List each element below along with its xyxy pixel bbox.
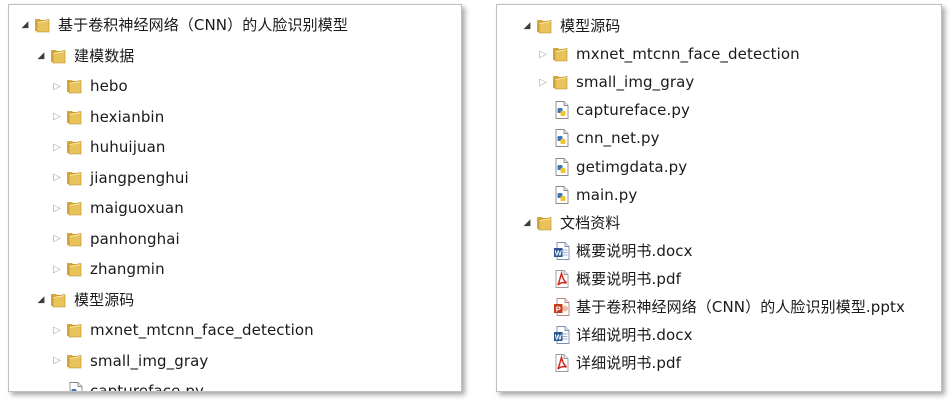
tree-item-label: 建模数据 bbox=[74, 46, 135, 65]
svg-text:W: W bbox=[555, 248, 563, 257]
tree-item-label: 模型源码 bbox=[560, 17, 621, 35]
tree-folder-item[interactable]: ▷ panhonghai bbox=[9, 224, 461, 254]
tree-folder-item[interactable]: ▷ jiangpenghui bbox=[9, 163, 461, 193]
triangle-down-icon[interactable]: ◢ bbox=[36, 51, 46, 61]
tree-item-label: 基于卷积神经网络（CNN）的人脸识别模型 bbox=[58, 16, 348, 34]
python-file-icon bbox=[552, 100, 572, 120]
tree-item-label: hebo bbox=[90, 77, 128, 95]
triangle-right-icon[interactable]: ▷ bbox=[52, 264, 62, 275]
tree-file-item[interactable]: captureface.py bbox=[497, 95, 941, 125]
tree-item-label: 详细说明书.docx bbox=[576, 326, 693, 345]
folder-icon bbox=[66, 137, 86, 157]
folder-icon bbox=[552, 44, 572, 64]
tree-file-item[interactable]: 详细说明书.pdf bbox=[497, 348, 941, 378]
triangle-down-icon[interactable]: ◢ bbox=[522, 21, 532, 31]
tree-folder-item[interactable]: ▷ zhangmin bbox=[9, 254, 461, 284]
folder-icon bbox=[536, 16, 556, 36]
python-file-icon bbox=[552, 157, 572, 177]
tree-item-label: panhonghai bbox=[90, 229, 180, 248]
tree-folder-item[interactable]: ◢ 模型源码 bbox=[497, 11, 941, 41]
tree-file-item[interactable]: main.py bbox=[497, 180, 941, 210]
folder-icon bbox=[50, 46, 70, 66]
tree-item-label: huhuijuan bbox=[90, 138, 166, 156]
tree-file-item[interactable]: W 概要说明书.docx bbox=[497, 236, 941, 266]
folder-icon bbox=[66, 229, 86, 249]
tree-folder-item[interactable]: ▷ maiguoxuan bbox=[9, 193, 461, 223]
tree-file-item[interactable]: P 基于卷积神经网络（CNN）的人脸识别模型.pptx bbox=[497, 292, 941, 322]
tree-item-label: small_img_gray bbox=[90, 351, 209, 370]
triangle-down-icon[interactable]: ◢ bbox=[20, 20, 30, 30]
python-file-icon bbox=[66, 381, 86, 391]
folder-icon bbox=[66, 259, 86, 279]
triangle-right-icon[interactable]: ▷ bbox=[538, 77, 548, 88]
triangle-right-icon[interactable]: ▷ bbox=[52, 325, 62, 336]
triangle-right-icon[interactable]: ▷ bbox=[52, 142, 62, 153]
tree-folder-item[interactable]: ▷ mxnet_mtcnn_face_detection bbox=[9, 315, 461, 345]
tree-item-label: captureface.py bbox=[90, 382, 204, 392]
tree-item-label: main.py bbox=[576, 185, 638, 204]
left-tree-panel: ◢ 基于卷积神经网络（CNN）的人脸识别模型 ◢ 建模数据 ▷ hebo ▷ hexi… bbox=[8, 4, 462, 392]
folder-icon bbox=[66, 76, 86, 96]
triangle-right-icon[interactable]: ▷ bbox=[52, 203, 62, 214]
word-file-icon: W bbox=[552, 325, 572, 345]
tree-folder-item[interactable]: ◢ 模型源码 bbox=[9, 285, 461, 315]
tree-item-label: jiangpenghui bbox=[90, 168, 189, 187]
tree-item-label: 模型源码 bbox=[74, 290, 135, 309]
svg-text:W: W bbox=[555, 332, 563, 341]
tree-file-item[interactable]: getimgdata.py bbox=[497, 152, 941, 182]
pdf-file-icon bbox=[552, 269, 572, 289]
tree-item-label: 文档资料 bbox=[560, 213, 621, 232]
tree-folder-item[interactable]: ▷ hexianbin bbox=[9, 102, 461, 132]
triangle-right-icon[interactable]: ▷ bbox=[52, 81, 62, 92]
tree-file-item[interactable]: captureface.py bbox=[9, 376, 461, 392]
folder-icon bbox=[66, 320, 86, 340]
triangle-down-icon[interactable]: ◢ bbox=[36, 295, 46, 305]
tree-folder-item[interactable]: ◢ 建模数据 bbox=[9, 41, 461, 71]
pdf-file-icon bbox=[552, 353, 572, 373]
tree-folder-item[interactable]: ▷ small_img_gray bbox=[9, 346, 461, 376]
triangle-right-icon[interactable]: ▷ bbox=[52, 172, 62, 183]
tree-folder-item[interactable]: ▷ small_img_gray bbox=[497, 67, 941, 97]
triangle-right-icon[interactable]: ▷ bbox=[538, 49, 548, 60]
folder-icon bbox=[66, 107, 86, 127]
folder-icon bbox=[34, 15, 54, 35]
triangle-right-icon[interactable]: ▷ bbox=[52, 233, 62, 244]
tree-folder-item[interactable]: ◢ 基于卷积神经网络（CNN）的人脸识别模型 bbox=[9, 10, 461, 40]
tree-item-label: hexianbin bbox=[90, 107, 165, 126]
tree-item-label: 基于卷积神经网络（CNN）的人脸识别模型.pptx bbox=[576, 298, 905, 316]
tree-item-label: small_img_gray bbox=[576, 73, 695, 92]
tree-item-label: 概要说明书.pdf bbox=[576, 269, 681, 288]
tree-item-label: 详细说明书.pdf bbox=[576, 354, 681, 373]
tree-folder-item[interactable]: ▷ huhuijuan bbox=[9, 132, 461, 162]
triangle-right-icon[interactable]: ▷ bbox=[52, 111, 62, 122]
tree-file-item[interactable]: cnn_net.py bbox=[497, 123, 941, 153]
folder-icon bbox=[66, 198, 86, 218]
folder-icon bbox=[66, 351, 86, 371]
tree-item-label: captureface.py bbox=[576, 101, 690, 120]
tree-item-label: zhangmin bbox=[90, 260, 165, 278]
tree-file-item[interactable]: W 详细说明书.docx bbox=[497, 320, 941, 350]
tree-folder-item[interactable]: ▷ hebo bbox=[9, 71, 461, 101]
python-file-icon bbox=[552, 185, 572, 205]
tree-item-label: mxnet_mtcnn_face_detection bbox=[90, 321, 314, 339]
powerpoint-file-icon: P bbox=[552, 297, 572, 317]
tree-item-label: maiguoxuan bbox=[90, 199, 184, 217]
triangle-right-icon[interactable]: ▷ bbox=[52, 355, 62, 366]
right-tree-panel: ◢ 模型源码 ▷ mxnet_mtcnn_face_detection ▷ smal… bbox=[496, 4, 942, 392]
tree-folder-item[interactable]: ◢ 文档资料 bbox=[497, 208, 941, 238]
tree-item-label: 概要说明书.docx bbox=[576, 241, 693, 260]
folder-icon bbox=[66, 168, 86, 188]
tree-item-label: getimgdata.py bbox=[576, 157, 688, 176]
tree-item-label: mxnet_mtcnn_face_detection bbox=[576, 45, 800, 64]
folder-icon bbox=[536, 213, 556, 233]
tree-folder-item[interactable]: ▷ mxnet_mtcnn_face_detection bbox=[497, 39, 941, 69]
word-file-icon: W bbox=[552, 241, 572, 261]
tree-item-label: cnn_net.py bbox=[576, 129, 660, 148]
triangle-down-icon[interactable]: ◢ bbox=[522, 218, 532, 228]
folder-icon bbox=[552, 72, 572, 92]
python-file-icon bbox=[552, 128, 572, 148]
tree-file-item[interactable]: 概要说明书.pdf bbox=[497, 264, 941, 294]
svg-text:P: P bbox=[556, 304, 561, 313]
folder-icon bbox=[50, 290, 70, 310]
